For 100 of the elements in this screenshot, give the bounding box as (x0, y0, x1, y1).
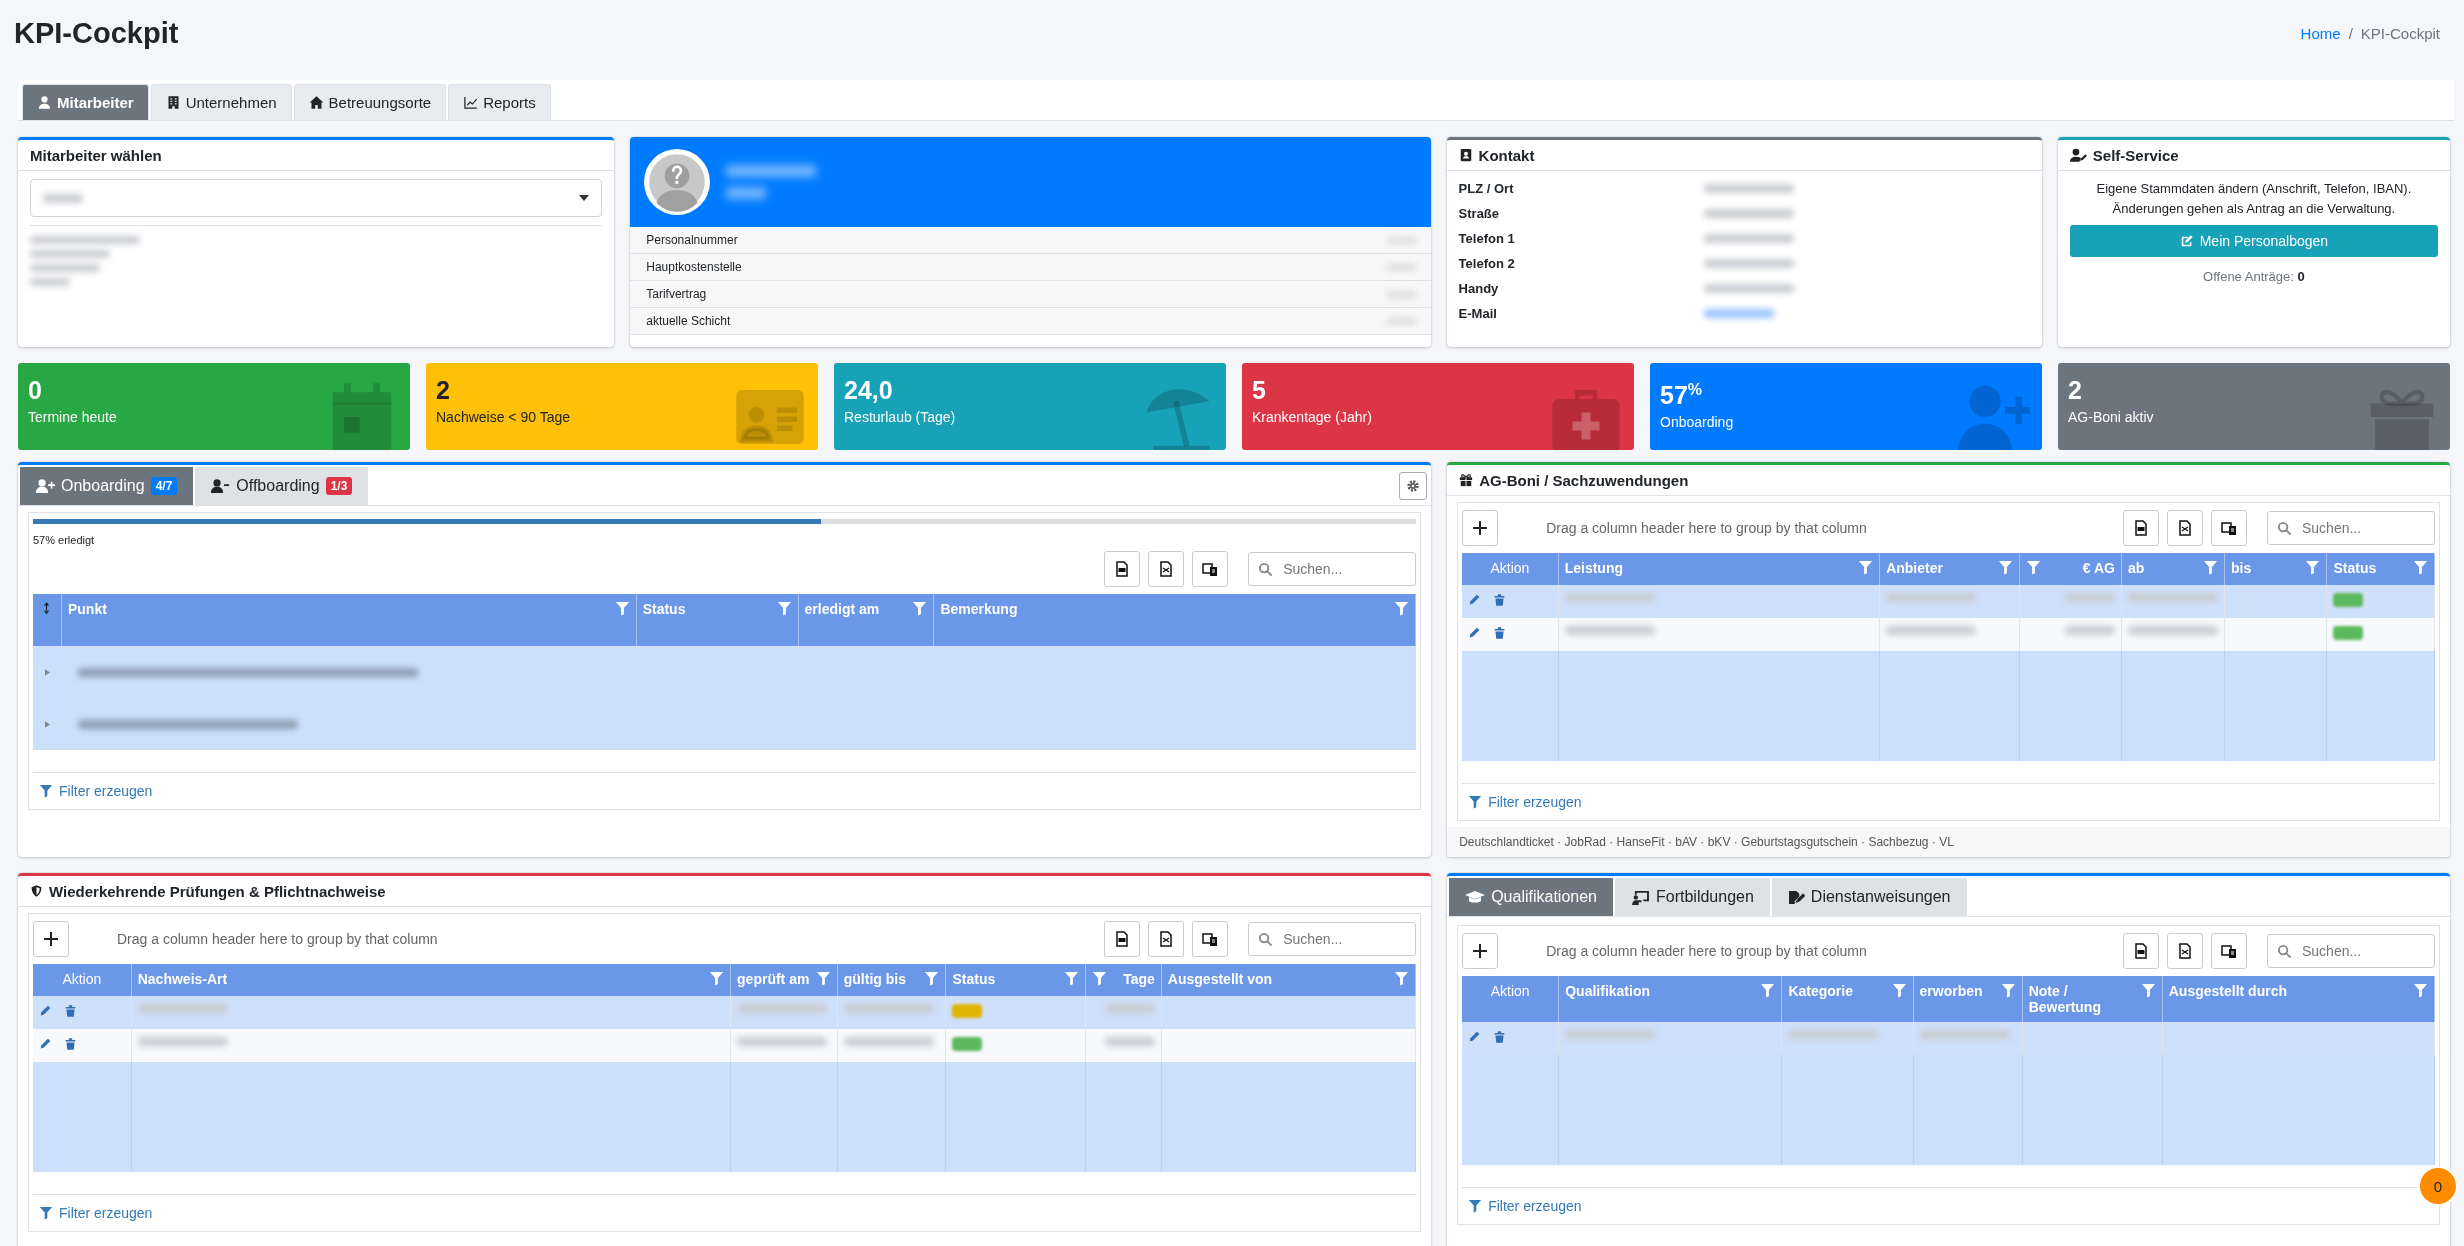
filter-icon[interactable] (1092, 971, 1108, 986)
filter-icon[interactable] (2413, 983, 2428, 998)
filter-icon[interactable] (1858, 560, 1874, 575)
main-tab[interactable]: Betreuungsorte (293, 84, 447, 120)
add-button[interactable] (33, 921, 69, 957)
column-header[interactable]: Status (636, 594, 799, 646)
column-header[interactable]: Aktion (33, 964, 132, 996)
filter-icon[interactable] (39, 784, 53, 798)
settings-button[interactable] (1399, 472, 1428, 500)
excel-export-button[interactable] (1148, 551, 1185, 587)
column-header[interactable]: Ausgestellt durch (2162, 976, 2435, 1022)
column-header[interactable]: Tage (1086, 964, 1162, 996)
filter-icon[interactable] (2026, 560, 2042, 575)
filter-icon[interactable] (614, 601, 630, 616)
column-header[interactable]: Aktion (1462, 553, 1559, 585)
column-chooser-button[interactable] (1192, 551, 1229, 587)
column-header[interactable]: Punkt (61, 594, 637, 646)
column-header[interactable]: Status (946, 964, 1087, 996)
panel-tab[interactable]: Offboarding 1/3 (195, 467, 369, 505)
count-badge: 4/7 (150, 477, 178, 495)
column-header[interactable]: erledigt am (798, 594, 935, 646)
excel-export-button[interactable] (1148, 921, 1185, 957)
panel-tab[interactable]: Onboarding 4/7 (20, 467, 194, 505)
column-header[interactable]: Leistung (1558, 553, 1881, 585)
main-tab[interactable]: Mitarbeiter (22, 84, 149, 120)
filter-icon[interactable] (2203, 560, 2218, 575)
main-tab[interactable]: Unternehmen (150, 84, 292, 120)
pdf-export-button[interactable] (2123, 510, 2159, 546)
column-header[interactable]: Qualifikation (1559, 976, 1783, 1022)
panel-tab[interactable]: Dienstanweisungen (1771, 878, 1967, 916)
filter-icon[interactable] (912, 601, 928, 616)
kpi-label: Nachweise < 90 Tage (436, 409, 571, 425)
excel-export-button[interactable] (2167, 933, 2203, 969)
column-header[interactable]: Status (2327, 553, 2435, 585)
pencil-icon[interactable] (39, 1037, 52, 1050)
add-button[interactable] (1462, 933, 1499, 969)
trash-icon[interactable] (1493, 626, 1507, 640)
search-field[interactable]: Suchen... (2267, 934, 2435, 968)
column-header[interactable]: ab (2122, 553, 2225, 585)
column-chooser-button[interactable] (2211, 510, 2247, 546)
main-tab[interactable]: Reports (448, 84, 551, 120)
filter-icon[interactable] (924, 971, 940, 986)
pencil-icon[interactable] (1468, 626, 1482, 639)
pdf-export-button[interactable] (1104, 551, 1141, 587)
column-chooser-button[interactable] (1192, 921, 1229, 957)
add-button[interactable] (1462, 510, 1499, 546)
filter-icon[interactable] (1760, 983, 1776, 998)
panel-tab[interactable]: Qualifikationen (1449, 878, 1613, 916)
excel-export-button[interactable] (2167, 510, 2203, 546)
column-header[interactable]: Ausgestellt von (1161, 964, 1417, 996)
filter-link[interactable]: Filter erzeugen (1468, 794, 1582, 810)
kpi-label: Krankentage (Jahr) (1252, 409, 1373, 425)
column-header[interactable]: Nachweis-Art (131, 964, 732, 996)
search-field[interactable]: Suchen... (1248, 922, 1417, 956)
pencil-icon[interactable] (39, 1004, 52, 1017)
filter-icon[interactable] (2305, 560, 2321, 575)
filter-icon[interactable] (815, 971, 831, 986)
trash-icon[interactable] (64, 1004, 77, 1018)
redacted-text (1104, 1004, 1155, 1013)
filter-link[interactable]: Filter erzeugen (39, 1205, 153, 1221)
filter-icon[interactable] (1998, 560, 2014, 575)
trash-icon[interactable] (1493, 1030, 1507, 1044)
column-header[interactable]: € AG (2020, 553, 2122, 585)
filter-icon[interactable] (2140, 983, 2156, 998)
column-chooser-button[interactable] (2211, 933, 2247, 969)
column-header[interactable]: Aktion (1462, 976, 1560, 1022)
column-header[interactable]: bis (2225, 553, 2328, 585)
filter-icon[interactable] (2000, 983, 2016, 998)
column-header[interactable]: Anbieter (1880, 553, 2021, 585)
kpi-label: Termine heute (28, 409, 118, 425)
filter-icon[interactable] (39, 1206, 53, 1220)
pencil-icon[interactable] (1468, 1030, 1482, 1043)
filter-icon[interactable] (1394, 971, 1410, 986)
search-field[interactable]: Suchen... (2267, 511, 2435, 545)
breadcrumb-link[interactable]: Home (2300, 24, 2341, 42)
column-header[interactable]: Kategorie (1782, 976, 1914, 1022)
panel-tab[interactable]: Fortbildungen (1615, 878, 1770, 916)
filter-icon[interactable] (1468, 1199, 1483, 1213)
column-header[interactable]: Note / Bewertung (2022, 976, 2163, 1022)
trash-icon[interactable] (64, 1037, 77, 1051)
filter-icon[interactable] (1468, 795, 1483, 809)
pdf-export-button[interactable] (2123, 933, 2159, 969)
filter-icon[interactable] (1064, 971, 1080, 986)
filter-link[interactable]: Filter erzeugen (1468, 1198, 1582, 1214)
column-header[interactable]: erworben (1913, 976, 2023, 1022)
filter-icon[interactable] (776, 601, 792, 616)
search-field[interactable]: Suchen... (1248, 552, 1417, 586)
filter-icon[interactable] (709, 971, 725, 986)
column-header[interactable]: Bemerkung (934, 594, 1417, 646)
column-header[interactable]: geprüft am (731, 964, 838, 996)
filter-link[interactable]: Filter erzeugen (39, 783, 153, 799)
sort-header[interactable] (33, 594, 62, 646)
trash-icon[interactable] (1493, 593, 1507, 607)
personal-form-button[interactable]: Mein Personalbogen (2069, 225, 2438, 257)
filter-icon[interactable] (1891, 983, 1907, 998)
pdf-export-button[interactable] (1104, 921, 1141, 957)
filter-icon[interactable] (2413, 560, 2428, 575)
filter-icon[interactable] (1394, 601, 1410, 616)
column-header[interactable]: gültig bis (837, 964, 947, 996)
pencil-icon[interactable] (1468, 593, 1482, 606)
